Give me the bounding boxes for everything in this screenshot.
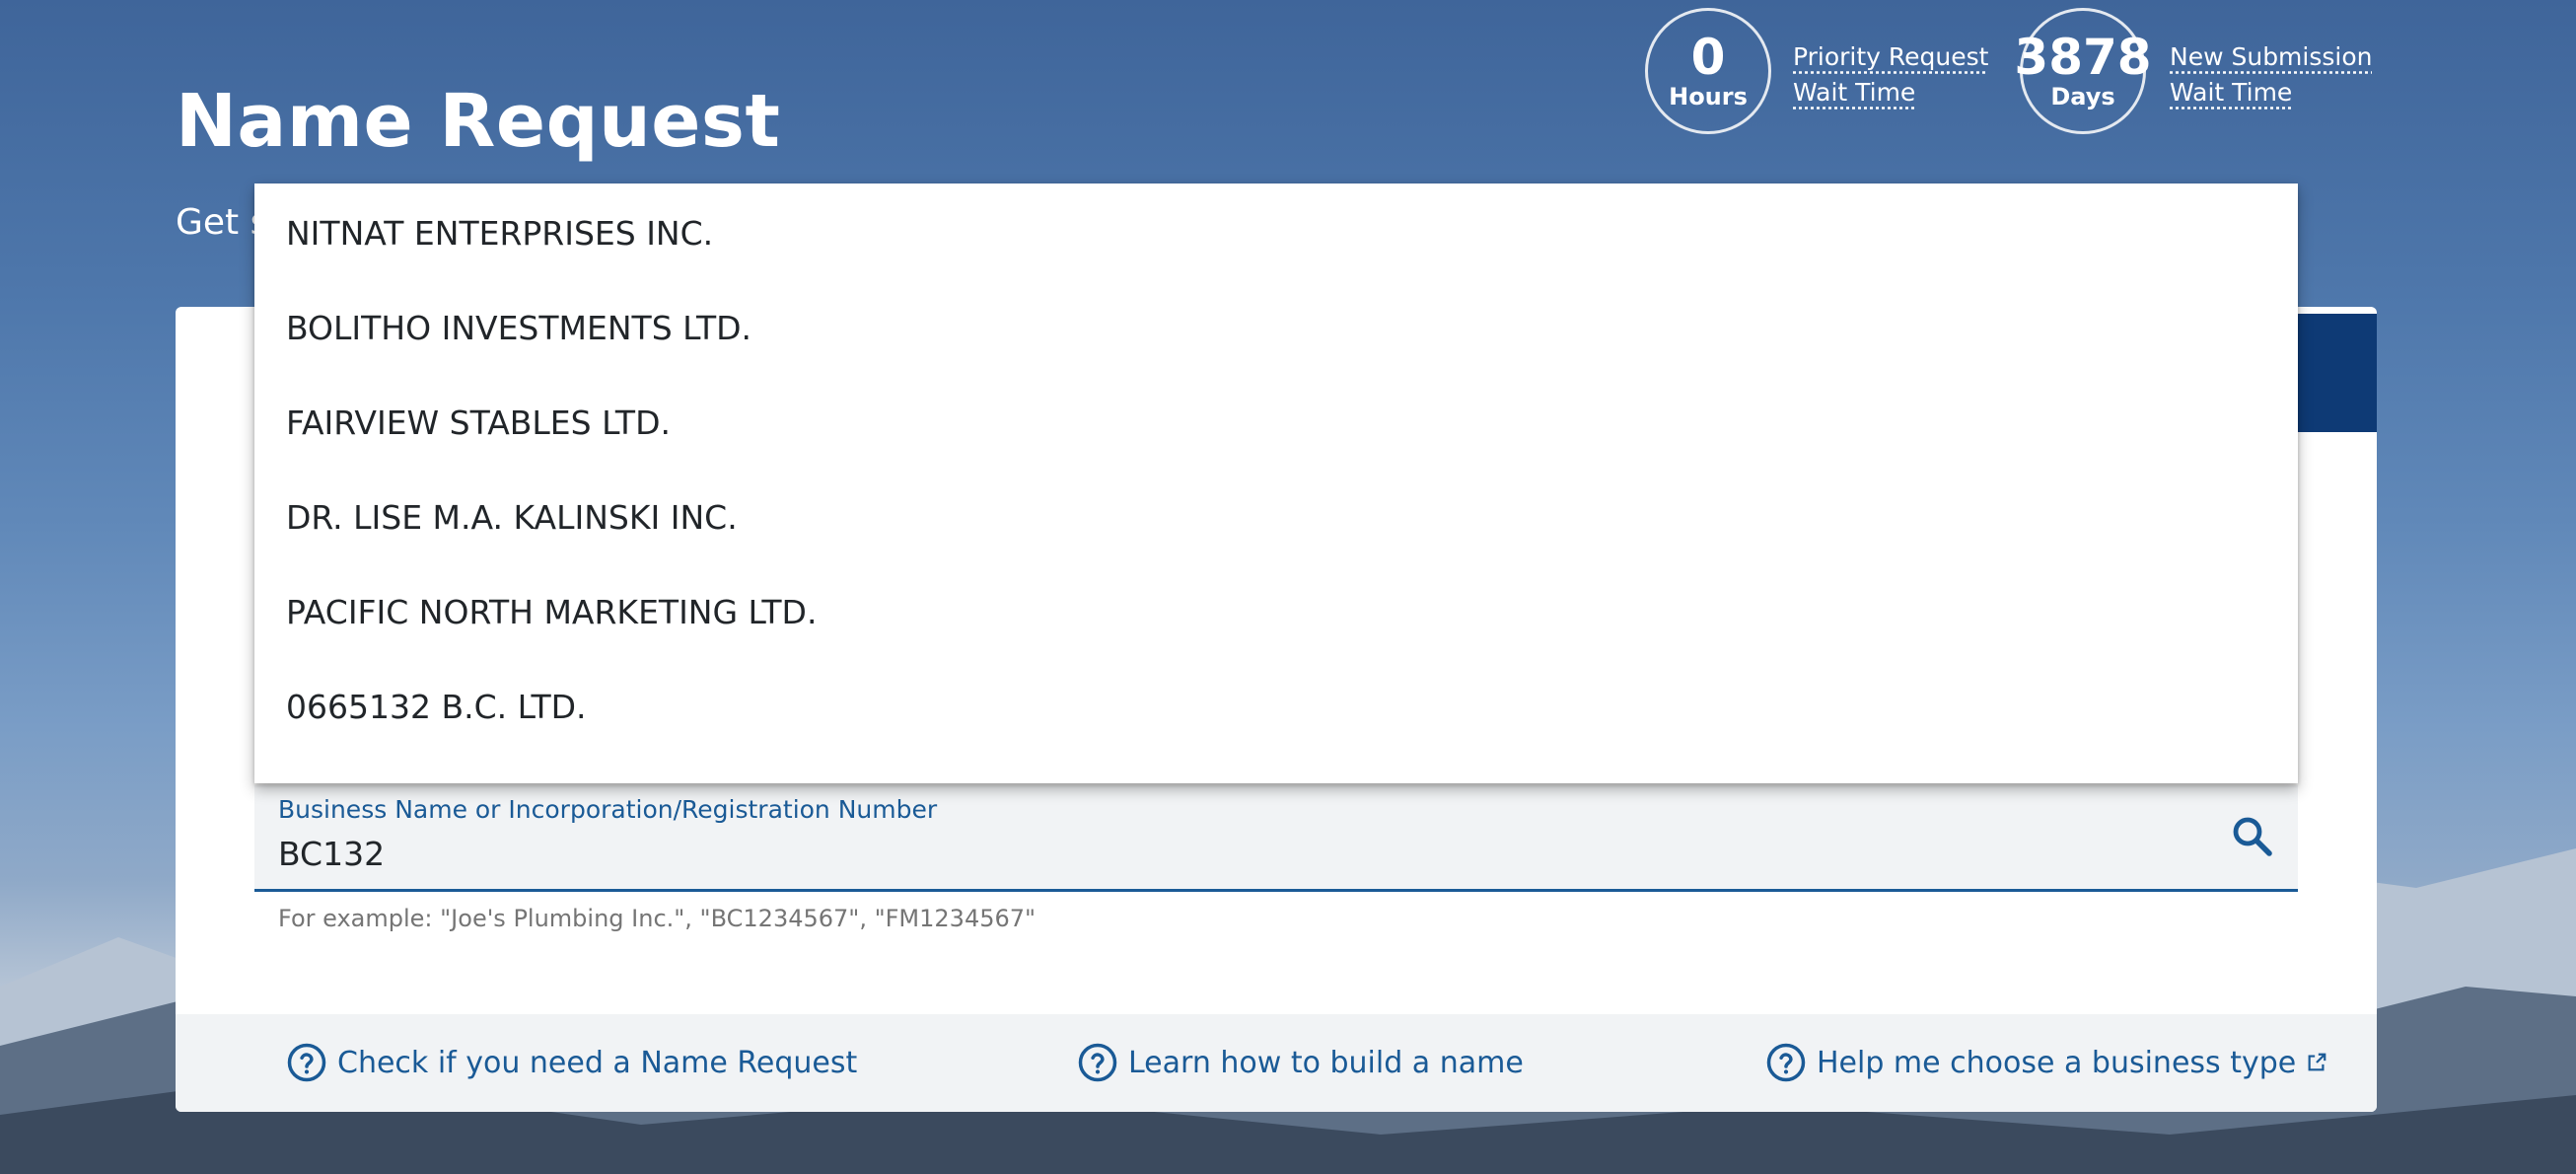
help-circle-icon [1078, 1043, 1117, 1082]
page-title: Name Request [176, 79, 781, 164]
dropdown-item[interactable]: DR. LISE M.A. KALINSKI INC. [254, 470, 2298, 564]
choose-business-type-label: Help me choose a business type [1817, 1045, 2297, 1080]
choose-business-type-link[interactable]: Help me choose a business type [1765, 1042, 2327, 1083]
check-name-request-link[interactable]: Check if you need a Name Request [286, 1042, 857, 1083]
search-icon[interactable] [2229, 813, 2276, 860]
search-field-label: Business Name or Incorporation/Registrat… [278, 795, 938, 824]
external-link-icon [2308, 1053, 2326, 1071]
dropdown-item[interactable]: FAIRVIEW STABLES LTD. [254, 375, 2298, 470]
priority-wait-unit: Hours [1669, 83, 1748, 110]
new-submission-wait-link-line1: New Submission [2170, 42, 2373, 71]
dropdown-item[interactable]: NITNAT ENTERPRISES INC. [254, 185, 2298, 280]
priority-wait-number: 0 [1690, 29, 1726, 86]
priority-wait-link-line2: Wait Time [1793, 78, 1916, 107]
learn-build-name-link[interactable]: Learn how to build a name [1077, 1042, 1524, 1083]
search-hint: For example: "Joe's Plumbing Inc.", "BC1… [278, 905, 1037, 932]
dropdown-item[interactable]: 0665132 B.C. LTD. [254, 659, 2298, 754]
new-submission-wait-link[interactable]: New Submission Wait Time [2170, 39, 2373, 110]
priority-wait-link-line1: Priority Request [1793, 42, 1989, 71]
new-submission-wait-link-line2: Wait Time [2170, 78, 2293, 107]
priority-wait-circle: 0 Hours [1645, 8, 1771, 134]
search-input[interactable]: BC132 [278, 835, 385, 873]
new-submission-wait-number: 3878 [2014, 29, 2152, 86]
help-links-bar: Check if you need a Name Request Learn h… [176, 1014, 2377, 1112]
learn-build-name-label: Learn how to build a name [1128, 1045, 1524, 1080]
new-submission-wait-circle: 3878 Days [2014, 8, 2152, 134]
dropdown-item[interactable]: BOLITHO INVESTMENTS LTD. [254, 280, 2298, 375]
check-name-request-label: Check if you need a Name Request [337, 1045, 858, 1080]
autocomplete-dropdown: NITNAT ENTERPRISES INC. BOLITHO INVESTME… [254, 183, 2298, 783]
help-circle-icon [1766, 1043, 1806, 1082]
business-search-field[interactable]: Business Name or Incorporation/Registrat… [254, 785, 2298, 892]
new-submission-wait-unit: Days [2050, 83, 2115, 110]
dropdown-item[interactable]: PACIFIC NORTH MARKETING LTD. [254, 564, 2298, 659]
help-circle-icon [287, 1043, 326, 1082]
priority-wait-link[interactable]: Priority Request Wait Time [1793, 39, 1988, 110]
